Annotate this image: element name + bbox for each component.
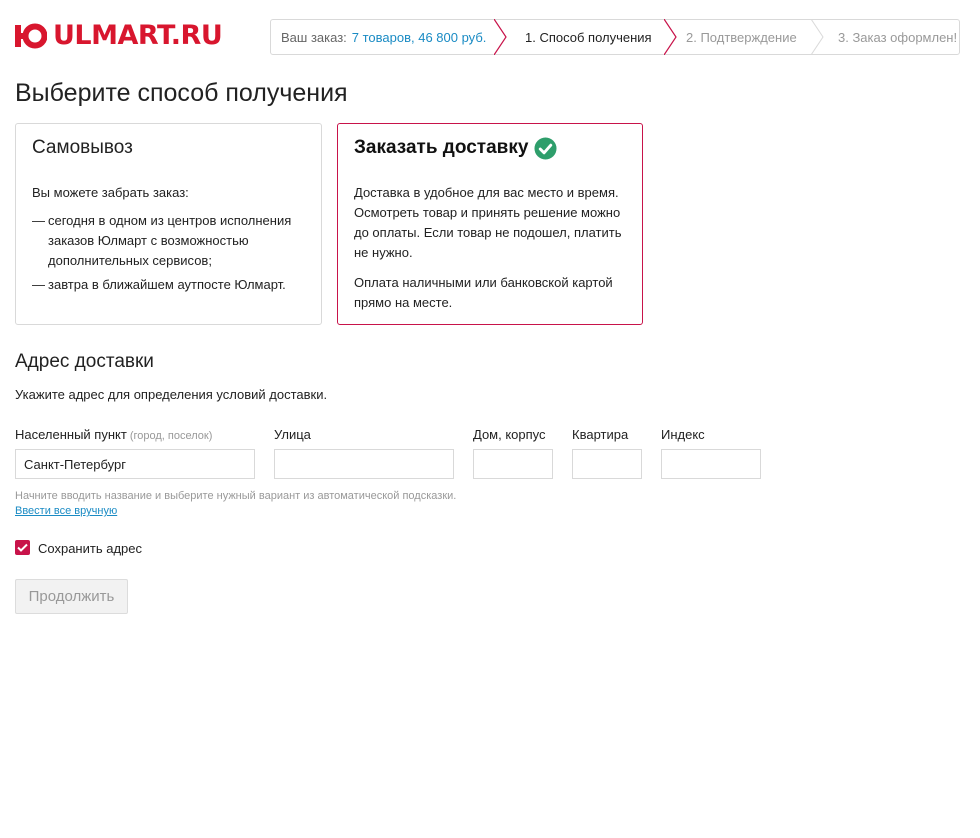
step-delivery-method: 1. Способ получения (494, 19, 677, 55)
list-item: сегодня в одном из центров исполнения за… (32, 211, 305, 271)
save-address-row[interactable]: Сохранить адрес (15, 539, 142, 556)
checkout-steps: Ваш заказ: 7 товаров, 46 800 руб. 1. Спо… (270, 19, 960, 55)
address-section-title: Адрес доставки (15, 351, 154, 372)
logo-text: ULMART.RU (53, 20, 223, 51)
ulmart-logo[interactable]: ULMART.RU (15, 20, 223, 51)
step-label: 1. Способ получения (525, 29, 652, 45)
list-item: завтра в ближайшем аутпосте Юлмарт. (32, 275, 305, 295)
city-label: Населенный пункт (город, поселок) (15, 427, 213, 442)
zip-label: Индекс (661, 427, 705, 442)
street-label: Улица (274, 427, 311, 442)
save-address-label: Сохранить адрес (38, 541, 142, 556)
house-label: Дом, корпус (473, 427, 546, 442)
save-address-checkbox[interactable] (15, 540, 30, 555)
delivery-option-card[interactable]: Заказать доставку Доставка в удобное для… (337, 123, 643, 325)
pickup-option-card[interactable]: Самовывоз Вы можете забрать заказ: сегод… (15, 123, 322, 325)
step-confirmation: 2. Подтверждение (666, 19, 824, 55)
house-input[interactable] (473, 449, 553, 479)
step-label: 3. Заказ оформлен! (838, 29, 958, 45)
delivery-option-title: Заказать доставку (354, 136, 626, 160)
ulmart-logo-icon (15, 23, 47, 49)
order-summary-link[interactable]: 7 товаров, 46 800 руб. (352, 30, 487, 45)
page-title: Выберите способ получения (15, 79, 348, 107)
apartment-input[interactable] (572, 449, 642, 479)
street-input[interactable] (274, 449, 454, 479)
manual-entry-link[interactable]: Ввести все вручную (15, 505, 117, 517)
zip-input[interactable] (661, 449, 761, 479)
city-input[interactable] (15, 449, 255, 479)
step-label: 2. Подтверждение (686, 29, 797, 45)
continue-button[interactable]: Продолжить (15, 579, 128, 614)
step-order-complete: 3. Заказ оформлен! (813, 20, 959, 54)
order-summary: Ваш заказ: 7 товаров, 46 800 руб. (271, 20, 500, 54)
check-circle-icon (534, 136, 557, 160)
delivery-option-payment: Оплата наличными или банковской картой п… (354, 275, 613, 310)
step-chevron-active (494, 19, 507, 55)
pickup-option-intro: Вы можете забрать заказ: (32, 185, 189, 200)
checkmark-icon (17, 543, 28, 552)
address-section-description: Укажите адрес для определения условий до… (15, 387, 328, 402)
pickup-option-title: Самовывоз (32, 137, 133, 158)
autocomplete-hint: Начните вводить название и выберите нужн… (15, 490, 457, 502)
order-summary-label: Ваш заказ: (281, 29, 347, 45)
city-sublabel: (город, поселок) (129, 430, 213, 442)
apartment-label: Квартира (572, 427, 629, 442)
pickup-option-list: сегодня в одном из центров исполнения за… (32, 211, 305, 295)
delivery-option-description: Доставка в удобное для вас место и время… (354, 185, 622, 260)
